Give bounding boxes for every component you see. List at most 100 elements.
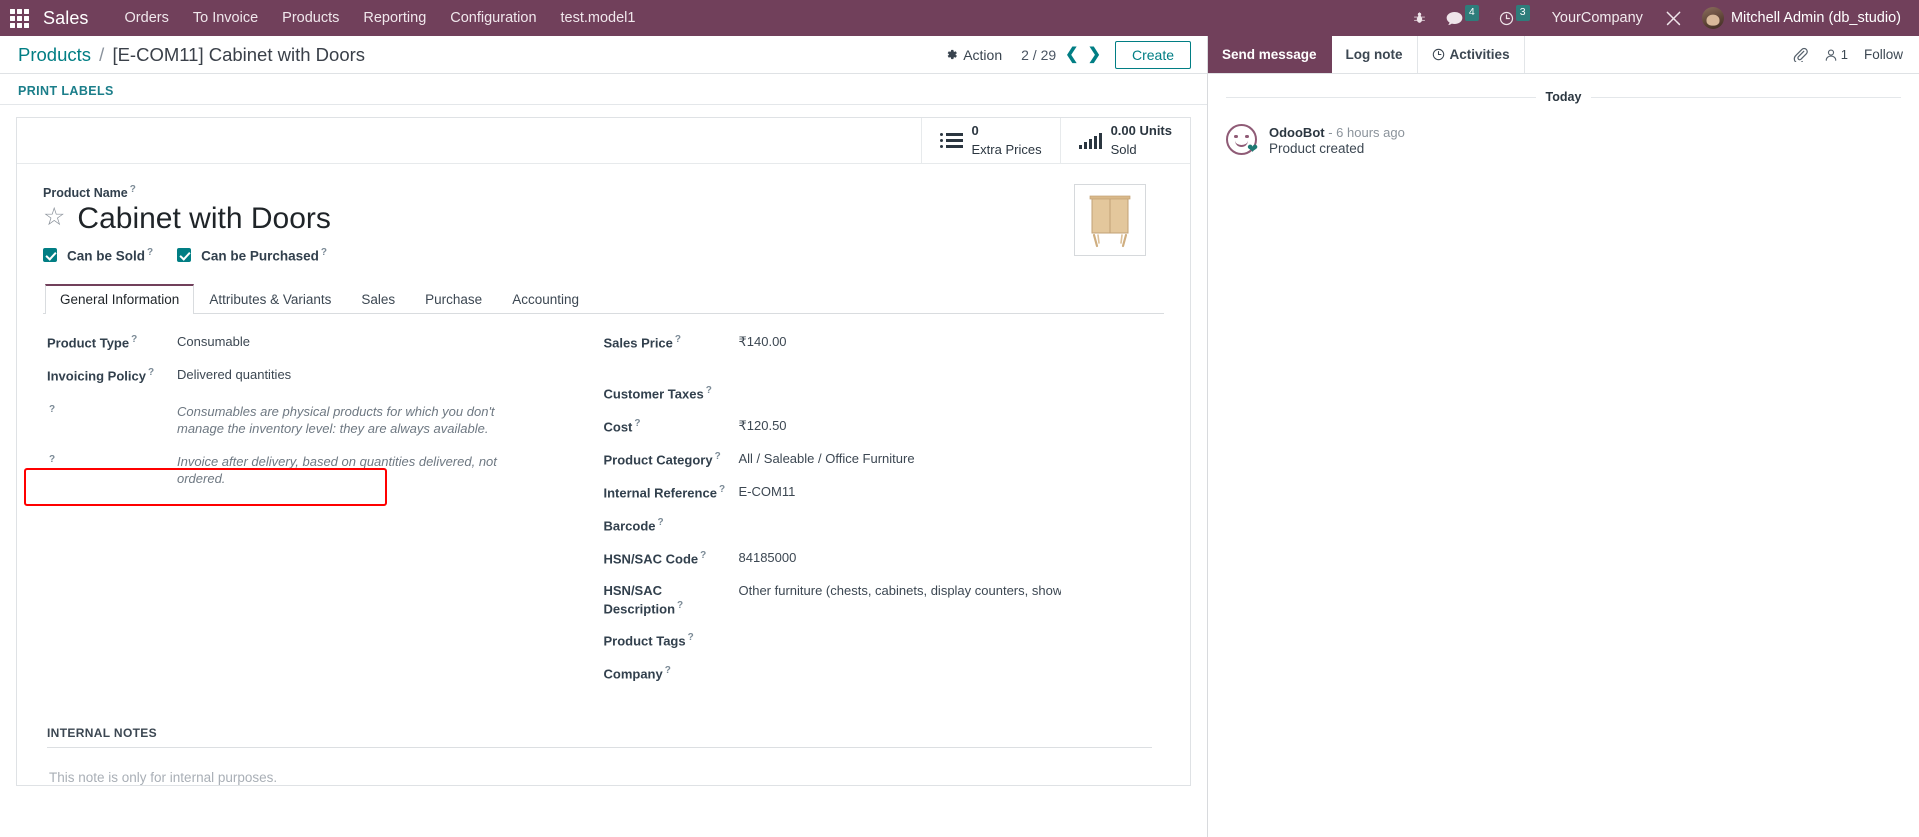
product-title-line: ☆ Cabinet with Doors: [43, 202, 1074, 235]
field-label-product-category: Product Category?: [603, 450, 721, 467]
followers-button[interactable]: 1: [1824, 47, 1848, 62]
help-icon[interactable]: ?: [715, 451, 721, 462]
field-value-company[interactable]: [739, 663, 859, 681]
product-name-label: Product Name?: [43, 184, 136, 201]
field-value-cost[interactable]: ₹120.50: [739, 416, 787, 435]
nav-item-configuration[interactable]: Configuration: [438, 4, 548, 32]
left-field-column: Product Type? Consumable Invoicing Polic…: [43, 332, 604, 696]
nav-item-products[interactable]: Products: [270, 4, 351, 32]
breadcrumb-current-record: [E-COM11] Cabinet with Doors: [112, 43, 366, 65]
form-sheet: 0 Extra Prices 0.00 Units Sold Product N…: [16, 117, 1191, 787]
paperclip-icon[interactable]: [1793, 47, 1808, 62]
product-image[interactable]: [1074, 184, 1146, 256]
breadcrumb-products-link[interactable]: Products: [18, 44, 91, 65]
help-text-label: ?: [47, 402, 177, 422]
tab-accounting[interactable]: Accounting: [497, 284, 594, 314]
field-value-invoicing-policy[interactable]: Delivered quantities: [177, 365, 291, 384]
help-icon[interactable]: ?: [130, 184, 136, 195]
wrench-screwdriver-icon[interactable]: [1657, 6, 1690, 31]
chatter-panel: Send message Log note Activities 1 Follo…: [1208, 36, 1919, 837]
help-icon[interactable]: ?: [321, 247, 327, 258]
chat-bubble-icon[interactable]: 4: [1438, 5, 1487, 30]
internal-notes-heading: INTERNAL NOTES: [47, 726, 1152, 749]
field-value-product-tags[interactable]: [739, 630, 859, 648]
help-icon[interactable]: ?: [665, 665, 671, 676]
help-icon[interactable]: ?: [700, 550, 706, 561]
log-note-button[interactable]: Log note: [1332, 36, 1418, 73]
form-scroll-area: PRINT LABELS 0 Extra Prices 0.00 Units S…: [0, 74, 1207, 837]
help-text-invoicing-policy: ? Invoice after delivery, based on quant…: [47, 452, 580, 488]
field-value-barcode[interactable]: [739, 515, 859, 533]
help-icon[interactable]: ?: [677, 600, 683, 611]
list-icon: [939, 133, 963, 148]
field-value-product-type[interactable]: Consumable: [177, 332, 250, 351]
can-be-purchased-checkbox[interactable]: [177, 248, 192, 263]
company-switcher[interactable]: YourCompany: [1542, 6, 1653, 30]
help-icon[interactable]: ?: [49, 404, 55, 415]
create-button[interactable]: Create: [1114, 40, 1191, 69]
stat-button-units-sold[interactable]: 0.00 Units Sold: [1059, 118, 1190, 163]
help-icon[interactable]: ?: [719, 484, 725, 495]
gear-icon: [945, 48, 958, 61]
product-title-block: Product Name? ☆ Cabinet with Doors Can b…: [43, 184, 1074, 264]
tab-general-information[interactable]: General Information: [45, 283, 195, 314]
field-value-sales-price[interactable]: ₹140.00: [739, 332, 787, 351]
messages-badge: 4: [1464, 5, 1479, 21]
product-name-input[interactable]: Cabinet with Doors: [77, 202, 330, 235]
apps-grid-icon[interactable]: [10, 8, 29, 28]
message-author[interactable]: OdooBot: [1269, 125, 1325, 140]
user-name-label: Mitchell Admin (db_studio): [1730, 10, 1901, 26]
field-value-hsn-sac-code[interactable]: 84185000: [739, 548, 797, 567]
help-icon[interactable]: ?: [147, 247, 153, 258]
help-icon[interactable]: ?: [706, 385, 712, 396]
activities-button[interactable]: Activities: [1418, 36, 1525, 73]
chevron-left-icon[interactable]: ❮: [1065, 46, 1078, 63]
can-be-sold-checkbox[interactable]: [43, 248, 57, 263]
help-icon[interactable]: ?: [634, 418, 640, 429]
field-product-tags: Product Tags?: [604, 630, 1141, 651]
nav-item-to-invoice[interactable]: To Invoice: [181, 4, 270, 32]
clock-icon[interactable]: 3: [1491, 5, 1538, 30]
field-label-internal-reference: Internal Reference?: [603, 483, 726, 500]
tab-attributes-variants[interactable]: Attributes & Variants: [194, 284, 346, 314]
stat-button-extra-prices[interactable]: 0 Extra Prices: [920, 118, 1060, 163]
help-icon[interactable]: ?: [49, 454, 55, 465]
field-label-cost: Cost?: [603, 417, 641, 434]
help-icon[interactable]: ?: [675, 334, 681, 345]
follow-button[interactable]: Follow: [1864, 47, 1903, 62]
nav-item-reporting[interactable]: Reporting: [351, 4, 438, 32]
field-value-product-category[interactable]: All / Saleable / Office Furniture: [739, 449, 915, 468]
chevron-right-icon[interactable]: ❯: [1088, 46, 1101, 63]
star-outline-icon[interactable]: ☆: [43, 205, 65, 230]
stat-text-extra-prices: 0 Extra Prices: [972, 122, 1042, 160]
stat-text-units-sold: 0.00 Units Sold: [1111, 122, 1172, 160]
user-menu[interactable]: Mitchell Admin (db_studio): [1694, 5, 1905, 31]
chatter-thread: Today ❤ OdooBot - 6 hours ago Product cr…: [1208, 74, 1919, 156]
help-icon[interactable]: ?: [688, 632, 694, 643]
product-flags-row: Can be Sold? Can be Purchased?: [43, 247, 1074, 264]
avatar: [1701, 7, 1724, 29]
action-button[interactable]: Action: [940, 44, 1007, 66]
bug-icon[interactable]: [1405, 7, 1434, 29]
help-icon[interactable]: ?: [131, 334, 137, 345]
nav-item-test-model1[interactable]: test.model1: [549, 4, 648, 32]
nav-item-orders[interactable]: Orders: [113, 4, 181, 32]
print-labels-button[interactable]: PRINT LABELS: [18, 82, 114, 100]
help-icon[interactable]: ?: [658, 517, 664, 528]
help-text-product-type: ? Consumables are physical products for …: [47, 402, 580, 438]
app-brand-sales[interactable]: Sales: [43, 8, 89, 29]
field-hsn-sac-code: HSN/SAC Code? 84185000: [604, 548, 1141, 569]
navbar-right-group: 4 3 YourCompany Mitchell Admin (db_studi…: [1405, 5, 1905, 31]
tab-purchase[interactable]: Purchase: [410, 284, 497, 314]
field-value-internal-reference[interactable]: E-COM11: [739, 482, 796, 501]
field-company: Company?: [604, 663, 1141, 684]
internal-notes-input[interactable]: This note is only for internal purposes.: [47, 748, 1152, 785]
clock-icon: [1432, 48, 1445, 61]
tab-sales[interactable]: Sales: [346, 284, 410, 314]
field-value-customer-taxes[interactable]: [739, 383, 859, 401]
field-label-barcode: Barcode?: [603, 516, 664, 533]
right-field-column: Sales Price? ₹140.00 Customer Taxes? Cos…: [604, 332, 1165, 696]
send-message-button[interactable]: Send message: [1208, 36, 1332, 73]
field-value-hsn-sac-description[interactable]: Other furniture (chests, cabinets, displ…: [739, 581, 1061, 600]
help-icon[interactable]: ?: [148, 367, 154, 378]
